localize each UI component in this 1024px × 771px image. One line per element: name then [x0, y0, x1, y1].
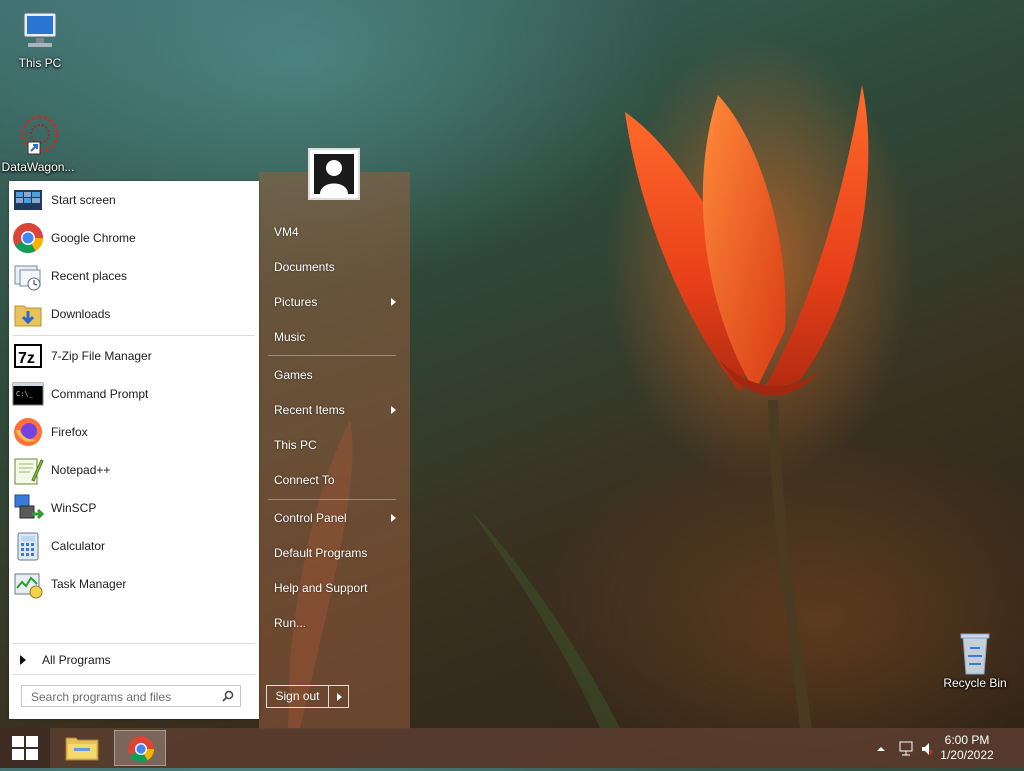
start-item-firefox[interactable]: Firefox: [9, 414, 259, 450]
start-item-label: 7-Zip File Manager: [51, 349, 152, 363]
start-right-music[interactable]: Music: [274, 330, 404, 350]
shutdown-options-button[interactable]: [329, 686, 348, 707]
taskbar-google-chrome[interactable]: [114, 730, 166, 766]
start-menu-left-pane: Start screen Google Chrome Recent places: [9, 181, 259, 719]
start-right-recent-items[interactable]: Recent Items: [274, 403, 404, 423]
recycle-bin-icon: [951, 630, 999, 675]
start-right-help-support[interactable]: Help and Support: [274, 581, 404, 601]
volume-muted-icon[interactable]: [922, 743, 935, 755]
separator: [13, 674, 255, 675]
start-right-run[interactable]: Run...: [274, 616, 404, 636]
start-item-google-chrome[interactable]: Google Chrome: [9, 220, 259, 256]
start-item-downloads[interactable]: Downloads: [9, 296, 259, 332]
start-item-label: Command Prompt: [51, 387, 149, 401]
recent-places-icon: [12, 260, 44, 292]
start-item-command-prompt[interactable]: C:\_ Command Prompt: [9, 376, 259, 412]
all-programs-label: All Programs: [42, 653, 111, 667]
downloads-folder-icon: [12, 298, 44, 330]
start-item-label: Firefox: [51, 425, 88, 439]
separator: [13, 643, 255, 644]
desktop-icon-recycle-bin[interactable]: Recycle Bin: [937, 630, 1013, 690]
start-right-documents[interactable]: Documents: [274, 260, 404, 280]
separator: [13, 335, 255, 336]
file-explorer-icon: [65, 737, 99, 761]
search-icon[interactable]: [222, 690, 234, 702]
desktop-icon-label: DataWagon...: [1, 160, 75, 174]
computer-icon: [16, 10, 64, 54]
separator: [268, 499, 396, 500]
winscp-icon: [12, 492, 45, 524]
desktop-icon-datawagon[interactable]: DataWagon...: [0, 114, 76, 174]
submenu-arrow-icon: [391, 298, 396, 306]
start-item-label: Start screen: [51, 193, 116, 207]
all-programs-button[interactable]: All Programs: [9, 647, 259, 673]
start-item-7zip[interactable]: 7z 7-Zip File Manager: [9, 338, 259, 374]
start-item-label: Task Manager: [51, 577, 127, 591]
7zip-icon: 7z: [12, 340, 44, 372]
start-right-user[interactable]: VM4: [274, 225, 404, 245]
chrome-icon: [128, 736, 155, 763]
command-prompt-icon: C:\_: [12, 378, 44, 410]
desktop-icon-label: Recycle Bin: [943, 676, 1007, 690]
start-button[interactable]: [0, 728, 50, 768]
submenu-arrow-icon: [391, 406, 396, 414]
start-item-task-manager[interactable]: Task Manager: [9, 566, 259, 602]
calculator-icon: [12, 530, 44, 562]
start-right-this-pc[interactable]: This PC: [274, 438, 404, 458]
task-manager-icon: [12, 568, 44, 600]
start-item-winscp[interactable]: WinSCP: [9, 490, 259, 526]
submenu-arrow-icon: [391, 514, 396, 522]
start-item-label: Notepad++: [51, 463, 111, 477]
start-item-label: WinSCP: [51, 501, 97, 515]
start-item-label: Google Chrome: [51, 231, 136, 245]
start-item-recent-places[interactable]: Recent places: [9, 258, 259, 294]
start-right-pictures[interactable]: Pictures: [274, 295, 404, 315]
expand-arrow-icon: [20, 655, 26, 665]
start-screen-icon: [12, 184, 44, 216]
svg-text:7z: 7z: [18, 350, 35, 367]
chrome-icon: [12, 222, 44, 254]
start-item-label: Recent places: [51, 269, 128, 283]
start-item-start-screen[interactable]: Start screen: [9, 182, 259, 218]
system-clock[interactable]: 6:00 PM 1/20/2022: [932, 733, 1002, 763]
start-item-label: Calculator: [51, 539, 106, 553]
sign-out-button[interactable]: Sign out: [267, 686, 329, 707]
svg-text:C:\_: C:\_: [16, 390, 34, 398]
clock-time: 6:00 PM: [944, 733, 990, 747]
taskbar: 6:00 PM 1/20/2022: [0, 728, 1024, 768]
start-right-connect-to[interactable]: Connect To: [274, 473, 404, 493]
start-item-label: Downloads: [51, 307, 111, 321]
system-tray: [872, 728, 935, 768]
user-avatar[interactable]: [308, 148, 360, 200]
search-input[interactable]: [29, 687, 219, 707]
user-silhouette-icon: [320, 160, 348, 194]
windows-logo-icon: [12, 736, 38, 760]
start-item-calculator[interactable]: Calculator: [9, 528, 259, 564]
clock-date: 1/20/2022: [940, 748, 994, 762]
show-hidden-icons-icon[interactable]: [877, 747, 885, 751]
start-right-default-programs[interactable]: Default Programs: [274, 546, 404, 566]
network-icon[interactable]: [899, 741, 913, 756]
desktop-icon-label: This PC: [18, 56, 62, 70]
datawagon-icon: [14, 114, 62, 158]
search-box: [21, 685, 241, 707]
start-item-notepadpp[interactable]: Notepad++: [9, 452, 259, 488]
start-right-games[interactable]: Games: [274, 368, 404, 388]
taskbar-file-explorer[interactable]: [56, 730, 108, 766]
separator: [268, 355, 396, 356]
sign-out-group: Sign out: [266, 685, 349, 708]
firefox-icon: [12, 416, 44, 448]
desktop-icon-this-pc[interactable]: This PC: [2, 10, 78, 70]
start-right-control-panel[interactable]: Control Panel: [274, 511, 404, 531]
notepadpp-icon: [12, 454, 44, 486]
